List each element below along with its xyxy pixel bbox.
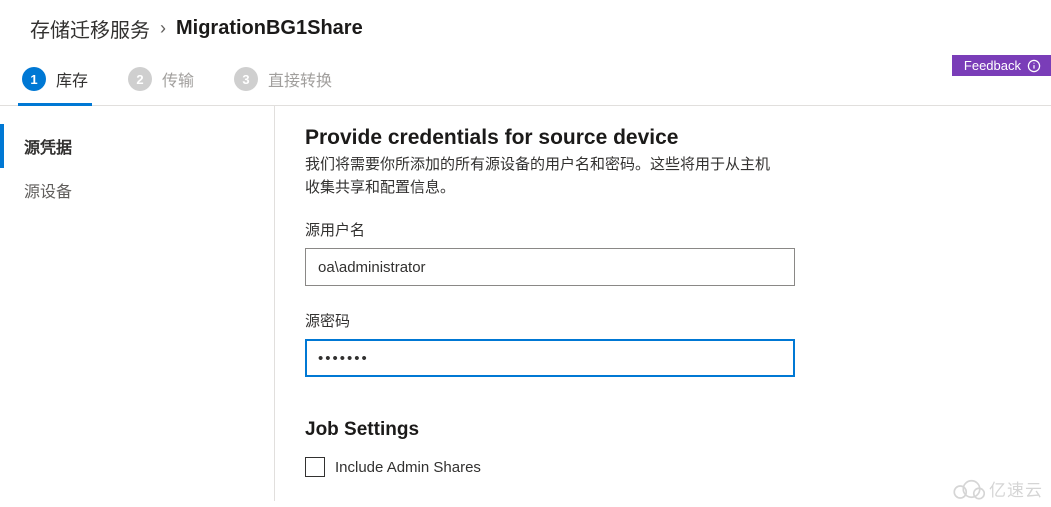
step-transfer[interactable]: 2 传输: [128, 67, 194, 105]
checkbox-label: Include Admin Shares: [335, 459, 481, 476]
page-heading: Provide credentials for source device: [305, 126, 1021, 150]
step-number: 3: [234, 67, 258, 91]
content-area: 源凭据 源设备 Provide credentials for source d…: [0, 106, 1051, 501]
step-label: 直接转换: [268, 67, 332, 91]
sidebar: 源凭据 源设备: [0, 106, 275, 501]
source-username-input[interactable]: [305, 248, 795, 286]
password-label: 源密码: [305, 310, 1021, 331]
cloud-icon: [949, 477, 985, 501]
step-number: 2: [128, 67, 152, 91]
breadcrumb-parent[interactable]: 存储迁移服务: [30, 14, 150, 43]
sidebar-item-source-credentials[interactable]: 源凭据: [0, 124, 274, 168]
wizard-steps: 1 库存 2 传输 3 直接转换: [0, 59, 1051, 106]
step-label: 传输: [162, 67, 194, 91]
feedback-label: Feedback: [964, 58, 1021, 73]
step-label: 库存: [56, 67, 88, 91]
watermark-text: 亿速云: [989, 476, 1043, 501]
sidebar-item-source-devices[interactable]: 源设备: [0, 168, 274, 212]
step-number: 1: [22, 67, 46, 91]
watermark: 亿速云: [949, 476, 1043, 501]
include-admin-shares-checkbox[interactable]: Include Admin Shares: [305, 457, 1021, 477]
breadcrumb: 存储迁移服务 › MigrationBG1Share: [0, 0, 1051, 59]
job-settings-heading: Job Settings: [305, 419, 1021, 441]
step-inventory[interactable]: 1 库存: [22, 67, 88, 105]
main-panel: Provide credentials for source device 我们…: [275, 106, 1051, 501]
checkbox-box: [305, 457, 325, 477]
step-cutover[interactable]: 3 直接转换: [234, 67, 332, 105]
page-description: 我们将需要你所添加的所有源设备的用户名和密码。这些将用于从主机收集共享和配置信息…: [305, 154, 775, 199]
feedback-button[interactable]: Feedback: [952, 55, 1051, 76]
breadcrumb-separator: ›: [160, 18, 166, 39]
username-label: 源用户名: [305, 219, 1021, 240]
info-icon: [1027, 59, 1041, 73]
source-password-input[interactable]: [305, 339, 795, 377]
breadcrumb-current: MigrationBG1Share: [176, 17, 363, 40]
